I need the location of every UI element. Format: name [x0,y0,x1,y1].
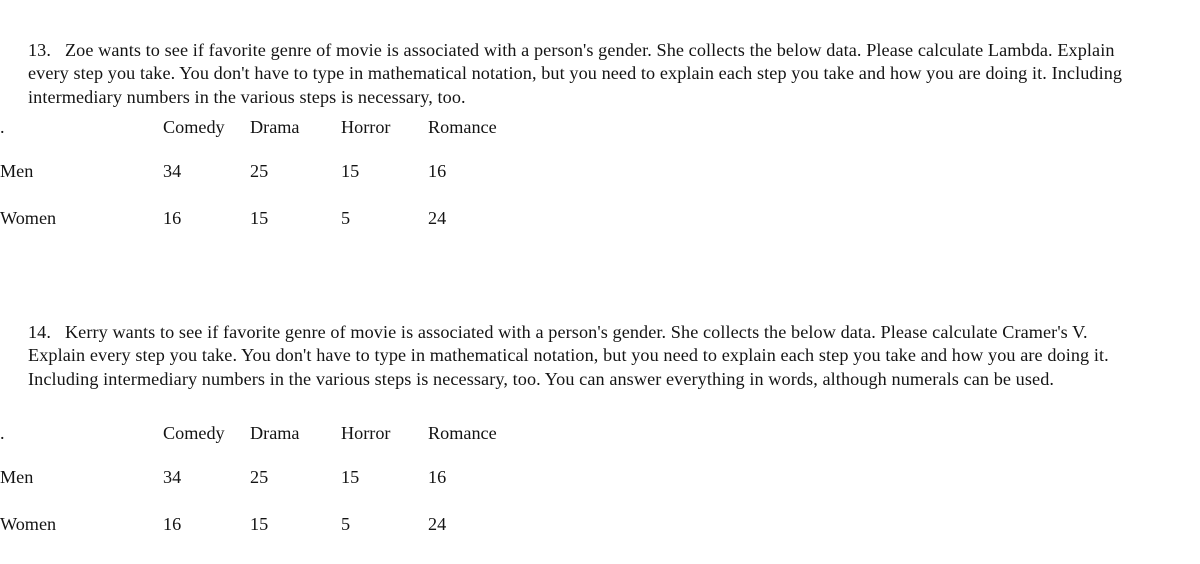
table-2-women-horror: 5 [341,514,351,534]
table-2-column-header-horror: Horror [341,423,391,443]
genre-data-table-2: . Comedy Drama Horror Romance Men 34 25 … [0,424,600,562]
table-2-men-comedy: 34 [163,467,182,487]
table-1-column-header-drama: Drama [250,117,300,137]
question-13-number: 13. [28,40,52,61]
question-13-body: Zoe wants to see if favorite genre of mo… [28,40,1123,107]
table-1-row-label-men: Men [0,161,34,181]
table-2-men-drama: 25 [250,467,269,487]
question-14-text: 14. Kerry wants to see if favorite genre… [28,321,1146,391]
table-1-column-header-comedy: Comedy [163,117,225,137]
question-14-body: Kerry wants to see if favorite genre of … [28,322,1109,389]
table-2-men-romance: 16 [428,467,447,487]
table-1-corner-label: . [0,117,5,137]
table-2-column-header-drama: Drama [250,423,300,443]
table-2-body: Men 34 25 15 16 Women 16 15 5 24 [0,468,548,562]
question-13-text: 13. Zoe wants to see if favorite genre o… [28,39,1148,109]
table-2-women-drama: 15 [250,514,269,534]
table-1-column-header-horror: Horror [341,117,391,137]
table-2-men-horror: 15 [341,467,360,487]
table-1-row-label-women: Women [0,208,57,228]
table-row: Women 16 15 5 24 [0,515,548,562]
table-1-women-drama: 15 [250,208,269,228]
table-row: Men 34 25 15 16 [0,468,548,515]
table-2-women-comedy: 16 [163,514,182,534]
table-1-women-horror: 5 [341,208,351,228]
table-2-women-romance: 24 [428,514,447,534]
table-2-header: . Comedy Drama Horror Romance [0,424,548,468]
table-2-corner-label: . [0,423,5,443]
table-2: . Comedy Drama Horror Romance Men 34 25 … [0,424,548,562]
table-2-row-label-men: Men [0,467,34,487]
table-1-men-comedy: 34 [163,161,182,181]
table-1-women-comedy: 16 [163,208,182,228]
table-1-women-romance: 24 [428,208,447,228]
genre-data-table-1: . Comedy Drama Horror Romance Men 34 25 … [0,118,600,256]
table-row: Women 16 15 5 24 [0,209,548,256]
question-14-number: 14. [28,322,52,343]
table-row: . Comedy Drama Horror Romance [0,424,548,468]
table-row: . Comedy Drama Horror Romance [0,118,548,162]
table-1-body: Men 34 25 15 16 Women 16 15 5 24 [0,162,548,256]
table-1-header: . Comedy Drama Horror Romance [0,118,548,162]
table-2-column-header-romance: Romance [428,423,497,443]
table-2-row-label-women: Women [0,514,57,534]
table-2-column-header-comedy: Comedy [163,423,225,443]
table-1-men-drama: 25 [250,161,269,181]
table-row: Men 34 25 15 16 [0,162,548,209]
table-1-column-header-romance: Romance [428,117,497,137]
table-1-men-romance: 16 [428,161,447,181]
table-1-men-horror: 15 [341,161,360,181]
table-1: . Comedy Drama Horror Romance Men 34 25 … [0,118,548,256]
document-page: 13. Zoe wants to see if favorite genre o… [0,0,1200,564]
